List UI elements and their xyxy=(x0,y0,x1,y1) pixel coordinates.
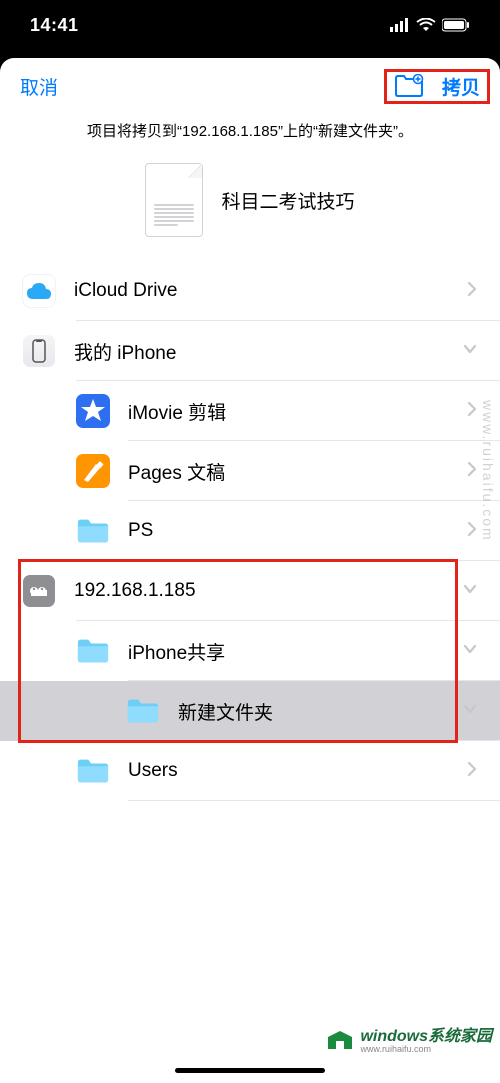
location-row[interactable]: iPhone共享 xyxy=(0,621,500,681)
info-text: 项目将拷贝到“192.168.1.185”上的“新建文件夹”。 xyxy=(0,114,500,151)
iphone-icon xyxy=(22,334,56,368)
wifi-icon xyxy=(416,18,436,32)
chevron-down-icon xyxy=(462,581,478,602)
row-label: Pages 文稿 xyxy=(128,458,466,485)
row-label: 新建文件夹 xyxy=(178,698,462,725)
server-icon xyxy=(22,574,56,608)
watermark-url: www.ruihaifu.com xyxy=(360,1045,492,1054)
watermark-bottom: windows系统家园 www.ruihaifu.com xyxy=(326,1027,492,1055)
location-row[interactable]: PS xyxy=(0,501,500,561)
watermark-logo-icon xyxy=(326,1027,354,1055)
row-label: iPhone共享 xyxy=(128,638,462,665)
chevron-down-icon xyxy=(462,341,478,362)
chevron-right-icon xyxy=(466,461,478,482)
row-label: PS xyxy=(128,520,466,542)
folder-icon xyxy=(76,634,110,668)
row-label: iCloud Drive xyxy=(74,280,466,302)
location-row[interactable]: Users xyxy=(0,741,500,801)
file-preview: 科目二考试技巧 xyxy=(0,151,500,261)
icloud-icon xyxy=(22,274,56,308)
location-row[interactable]: 我的 iPhone xyxy=(0,321,500,381)
imovie-icon xyxy=(76,394,110,428)
chevron-right-icon xyxy=(466,281,478,302)
chevron-down-icon xyxy=(462,701,478,722)
row-label: iMovie 剪辑 xyxy=(128,398,466,425)
file-title: 科目二考试技巧 xyxy=(221,187,354,214)
status-indicators xyxy=(390,18,470,32)
sheet: 取消 拷贝 项目将拷贝到“192.168.1.185”上的“新建文件夹”。 科目… xyxy=(0,58,500,1083)
row-label: Users xyxy=(128,760,466,782)
cancel-button[interactable]: 取消 xyxy=(20,73,58,100)
location-row[interactable]: Pages 文稿 xyxy=(0,441,500,501)
status-time: 14:41 xyxy=(30,15,79,36)
folder-icon xyxy=(76,514,110,548)
signal-icon xyxy=(390,18,410,32)
watermark-side: www.ruihaifu.com xyxy=(480,400,496,542)
chevron-down-icon xyxy=(462,641,478,662)
location-row[interactable]: iCloud Drive xyxy=(0,261,500,321)
location-row[interactable]: 192.168.1.185 xyxy=(0,561,500,621)
nav-bar: 取消 拷贝 xyxy=(0,58,500,114)
chevron-right-icon xyxy=(466,521,478,542)
row-label: 我的 iPhone xyxy=(74,338,462,365)
chevron-right-icon xyxy=(466,761,478,782)
watermark-brand: windows系统家园 xyxy=(360,1029,492,1045)
pages-icon xyxy=(76,454,110,488)
battery-icon xyxy=(442,18,470,32)
row-label: 192.168.1.185 xyxy=(74,580,462,602)
status-bar: 14:41 xyxy=(0,0,500,50)
location-row[interactable]: 新建文件夹 xyxy=(0,681,500,741)
location-row[interactable]: iMovie 剪辑 xyxy=(0,381,500,441)
chevron-right-icon xyxy=(466,401,478,422)
home-indicator xyxy=(175,1068,325,1073)
folder-icon xyxy=(126,694,160,728)
folder-icon xyxy=(76,754,110,788)
redbox-annotation-top xyxy=(384,69,490,104)
document-icon xyxy=(145,163,203,237)
location-list: iCloud Drive 我的 iPhone iMovie 剪辑 Pages 文稿 PS… xyxy=(0,261,500,1083)
